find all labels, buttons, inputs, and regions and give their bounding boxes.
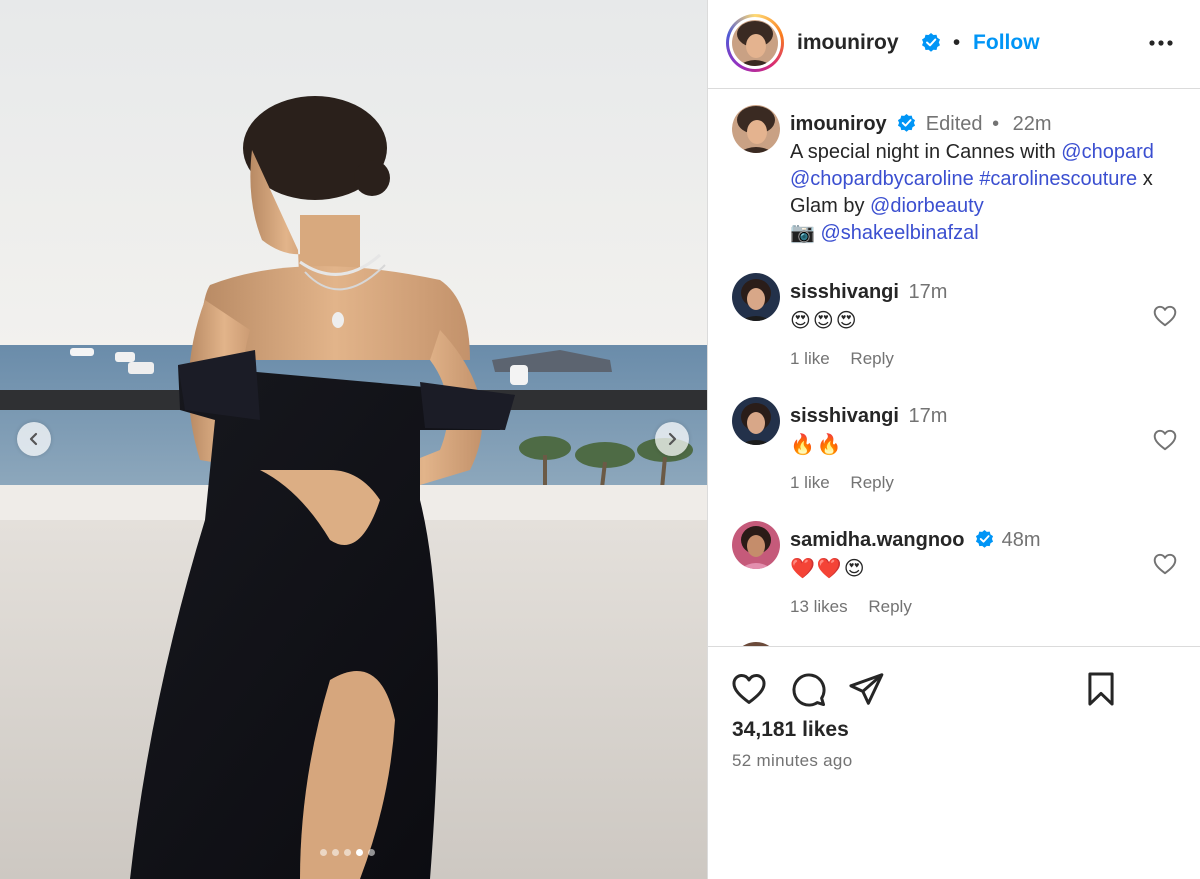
- heart-icon[interactable]: [1152, 551, 1178, 577]
- share-icon[interactable]: [847, 670, 885, 708]
- verified-badge-icon: [898, 113, 916, 132]
- carousel-dot: [344, 849, 351, 856]
- follow-area: • Follow: [921, 31, 1040, 55]
- more-options-icon[interactable]: [1146, 31, 1176, 55]
- post-caption: imouniroy Edited • 22m A special night i…: [708, 105, 1200, 255]
- caption-text-part: x: [1137, 168, 1153, 190]
- mention-link[interactable]: @shakeelbinafzal: [820, 222, 978, 244]
- comment-item: sisshivangi 17m 😍😍😍 1 like Reply: [708, 273, 1200, 383]
- caption-separator: •: [992, 113, 1000, 135]
- carousel-dot: [320, 849, 327, 856]
- comment-text: 😍😍😍: [790, 310, 859, 332]
- comment-likes[interactable]: 13 likes: [790, 597, 848, 616]
- heart-icon[interactable]: [1152, 303, 1178, 329]
- caption-header: imouniroy Edited • 22m: [790, 113, 1052, 136]
- carousel-dot: [332, 849, 339, 856]
- carousel-dot: [356, 849, 363, 856]
- reply-button[interactable]: Reply: [850, 473, 893, 492]
- comment-username[interactable]: samidha.wangnoo: [790, 529, 964, 551]
- comment-time[interactable]: 48m: [1002, 529, 1041, 551]
- comment-likes[interactable]: 1 like: [790, 349, 830, 368]
- bookmark-icon[interactable]: [1082, 670, 1120, 708]
- comment-text: ❤️❤️😍: [790, 558, 867, 580]
- likes-count[interactable]: 34,181 likes: [732, 718, 849, 742]
- edited-label: Edited: [925, 113, 983, 135]
- avatar: [732, 20, 778, 66]
- comment-likes[interactable]: 1 like: [790, 473, 830, 492]
- post-author-username[interactable]: imouniroy: [797, 31, 899, 55]
- caption-username[interactable]: imouniroy: [790, 113, 887, 135]
- reply-button[interactable]: Reply: [850, 349, 893, 368]
- mention-link[interactable]: @diorbeauty: [870, 195, 984, 217]
- heart-icon[interactable]: [730, 670, 768, 708]
- post-side-panel: imouniroy • Follow imouniroy Edited • 22…: [707, 0, 1200, 879]
- comment-icon[interactable]: [789, 670, 827, 708]
- mention-link[interactable]: @chopardbycaroline: [790, 168, 974, 190]
- verified-badge-icon: [922, 33, 940, 52]
- carousel-indicator: [320, 849, 375, 856]
- instagram-post: imouniroy • Follow imouniroy Edited • 22…: [0, 0, 1200, 879]
- comment-time[interactable]: 17m: [909, 405, 948, 427]
- carousel-dot: [368, 849, 375, 856]
- post-header: imouniroy • Follow: [708, 0, 1200, 89]
- follow-separator: •: [952, 31, 961, 54]
- avatar[interactable]: [732, 397, 780, 445]
- heart-icon[interactable]: [1152, 427, 1178, 453]
- post-actions: 34,181 likes 52 minutes ago: [708, 646, 1200, 879]
- comment-time[interactable]: 17m: [909, 281, 948, 303]
- carousel-next-button[interactable]: [655, 422, 689, 456]
- avatar[interactable]: [732, 105, 780, 153]
- caption-text-part: A special night in Cannes with: [790, 141, 1062, 163]
- comment-item: samidha.wangnoo 48m ❤️❤️😍 13 likes Reply: [708, 521, 1200, 631]
- caption-text: A special night in Cannes with @chopard @…: [790, 139, 1180, 247]
- chevron-right-icon: [668, 432, 677, 446]
- comments-list[interactable]: imouniroy Edited • 22m A special night i…: [708, 89, 1200, 646]
- chevron-left-icon: [29, 432, 38, 446]
- comment-username[interactable]: sisshivangi: [790, 405, 899, 427]
- post-timestamp[interactable]: 52 minutes ago: [732, 751, 852, 771]
- comment-username[interactable]: sisshivangi: [790, 281, 899, 303]
- hashtag-link[interactable]: #carolinescouture: [979, 168, 1137, 190]
- mention-link[interactable]: @chopard: [1061, 141, 1154, 163]
- camera-emoji: 📷: [790, 222, 815, 244]
- comment-text: 🔥🔥: [790, 434, 844, 456]
- story-ring[interactable]: [726, 14, 784, 72]
- avatar[interactable]: [732, 521, 780, 569]
- post-media[interactable]: [0, 0, 707, 879]
- follow-button[interactable]: Follow: [973, 31, 1040, 54]
- verified-badge-icon: [975, 529, 994, 548]
- caption-time[interactable]: 22m: [1013, 113, 1052, 135]
- reply-button[interactable]: Reply: [868, 597, 911, 616]
- comment-item: sisshivangi 17m 🔥🔥 1 like Reply: [708, 397, 1200, 507]
- carousel-prev-button[interactable]: [17, 422, 51, 456]
- avatar[interactable]: [732, 273, 780, 321]
- caption-text-part: Glam by: [790, 195, 871, 217]
- post-photo: [0, 0, 707, 879]
